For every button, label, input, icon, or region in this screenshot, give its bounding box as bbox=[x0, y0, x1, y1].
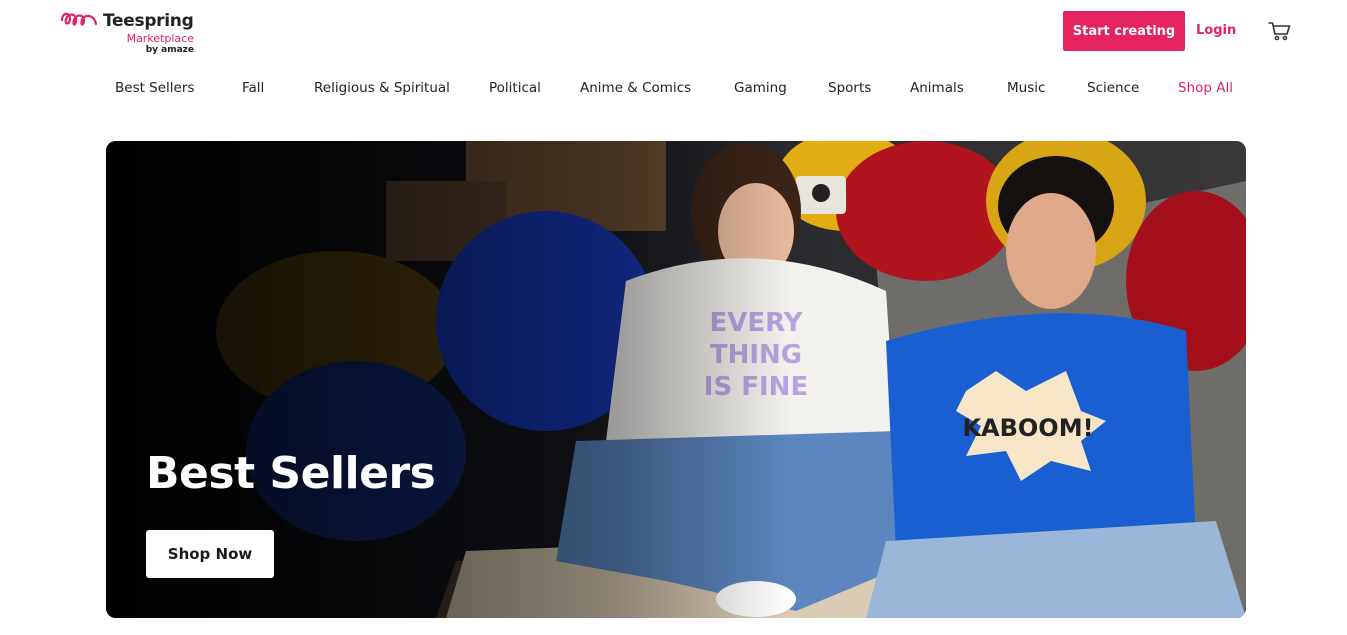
nav-item-religious-spiritual[interactable]: Religious & Spiritual bbox=[314, 74, 450, 102]
hero-banner[interactable]: EVERY THING IS FINE KABOOM! Best Sellers… bbox=[106, 141, 1246, 618]
nav-item-best-sellers[interactable]: Best Sellers bbox=[115, 74, 194, 102]
nav-item-animals[interactable]: Animals bbox=[910, 74, 964, 102]
nav-item-anime-comics[interactable]: Anime & Comics bbox=[580, 74, 691, 102]
nav-item-fall[interactable]: Fall bbox=[242, 74, 264, 102]
hero-photo: EVERY THING IS FINE KABOOM! bbox=[106, 141, 1246, 618]
brand-name: Teespring bbox=[103, 11, 194, 31]
site-header: Teespring Marketplace by amaze Start cre… bbox=[0, 0, 1347, 62]
hero-title: Best Sellers bbox=[146, 448, 436, 499]
nav-item-sports[interactable]: Sports bbox=[828, 74, 871, 102]
shop-now-button[interactable]: Shop Now bbox=[146, 530, 274, 578]
login-link[interactable]: Login bbox=[1196, 20, 1236, 42]
nav-item-music[interactable]: Music bbox=[1007, 74, 1045, 102]
start-creating-button[interactable]: Start creating bbox=[1063, 11, 1185, 51]
teespring-logo[interactable]: Teespring Marketplace by amaze bbox=[60, 10, 200, 58]
teespring-swirl-icon bbox=[60, 12, 98, 26]
shopping-cart-icon[interactable] bbox=[1268, 20, 1292, 42]
nav-item-gaming[interactable]: Gaming bbox=[734, 74, 787, 102]
brand-sub: Marketplace bbox=[126, 32, 194, 45]
nav-item-shop-all[interactable]: Shop All bbox=[1178, 74, 1233, 102]
nav-item-political[interactable]: Political bbox=[489, 74, 541, 102]
nav-item-science[interactable]: Science bbox=[1087, 74, 1139, 102]
category-nav: Best Sellers Fall Religious & Spiritual … bbox=[0, 74, 1347, 102]
brand-by: by amaze bbox=[145, 45, 194, 55]
